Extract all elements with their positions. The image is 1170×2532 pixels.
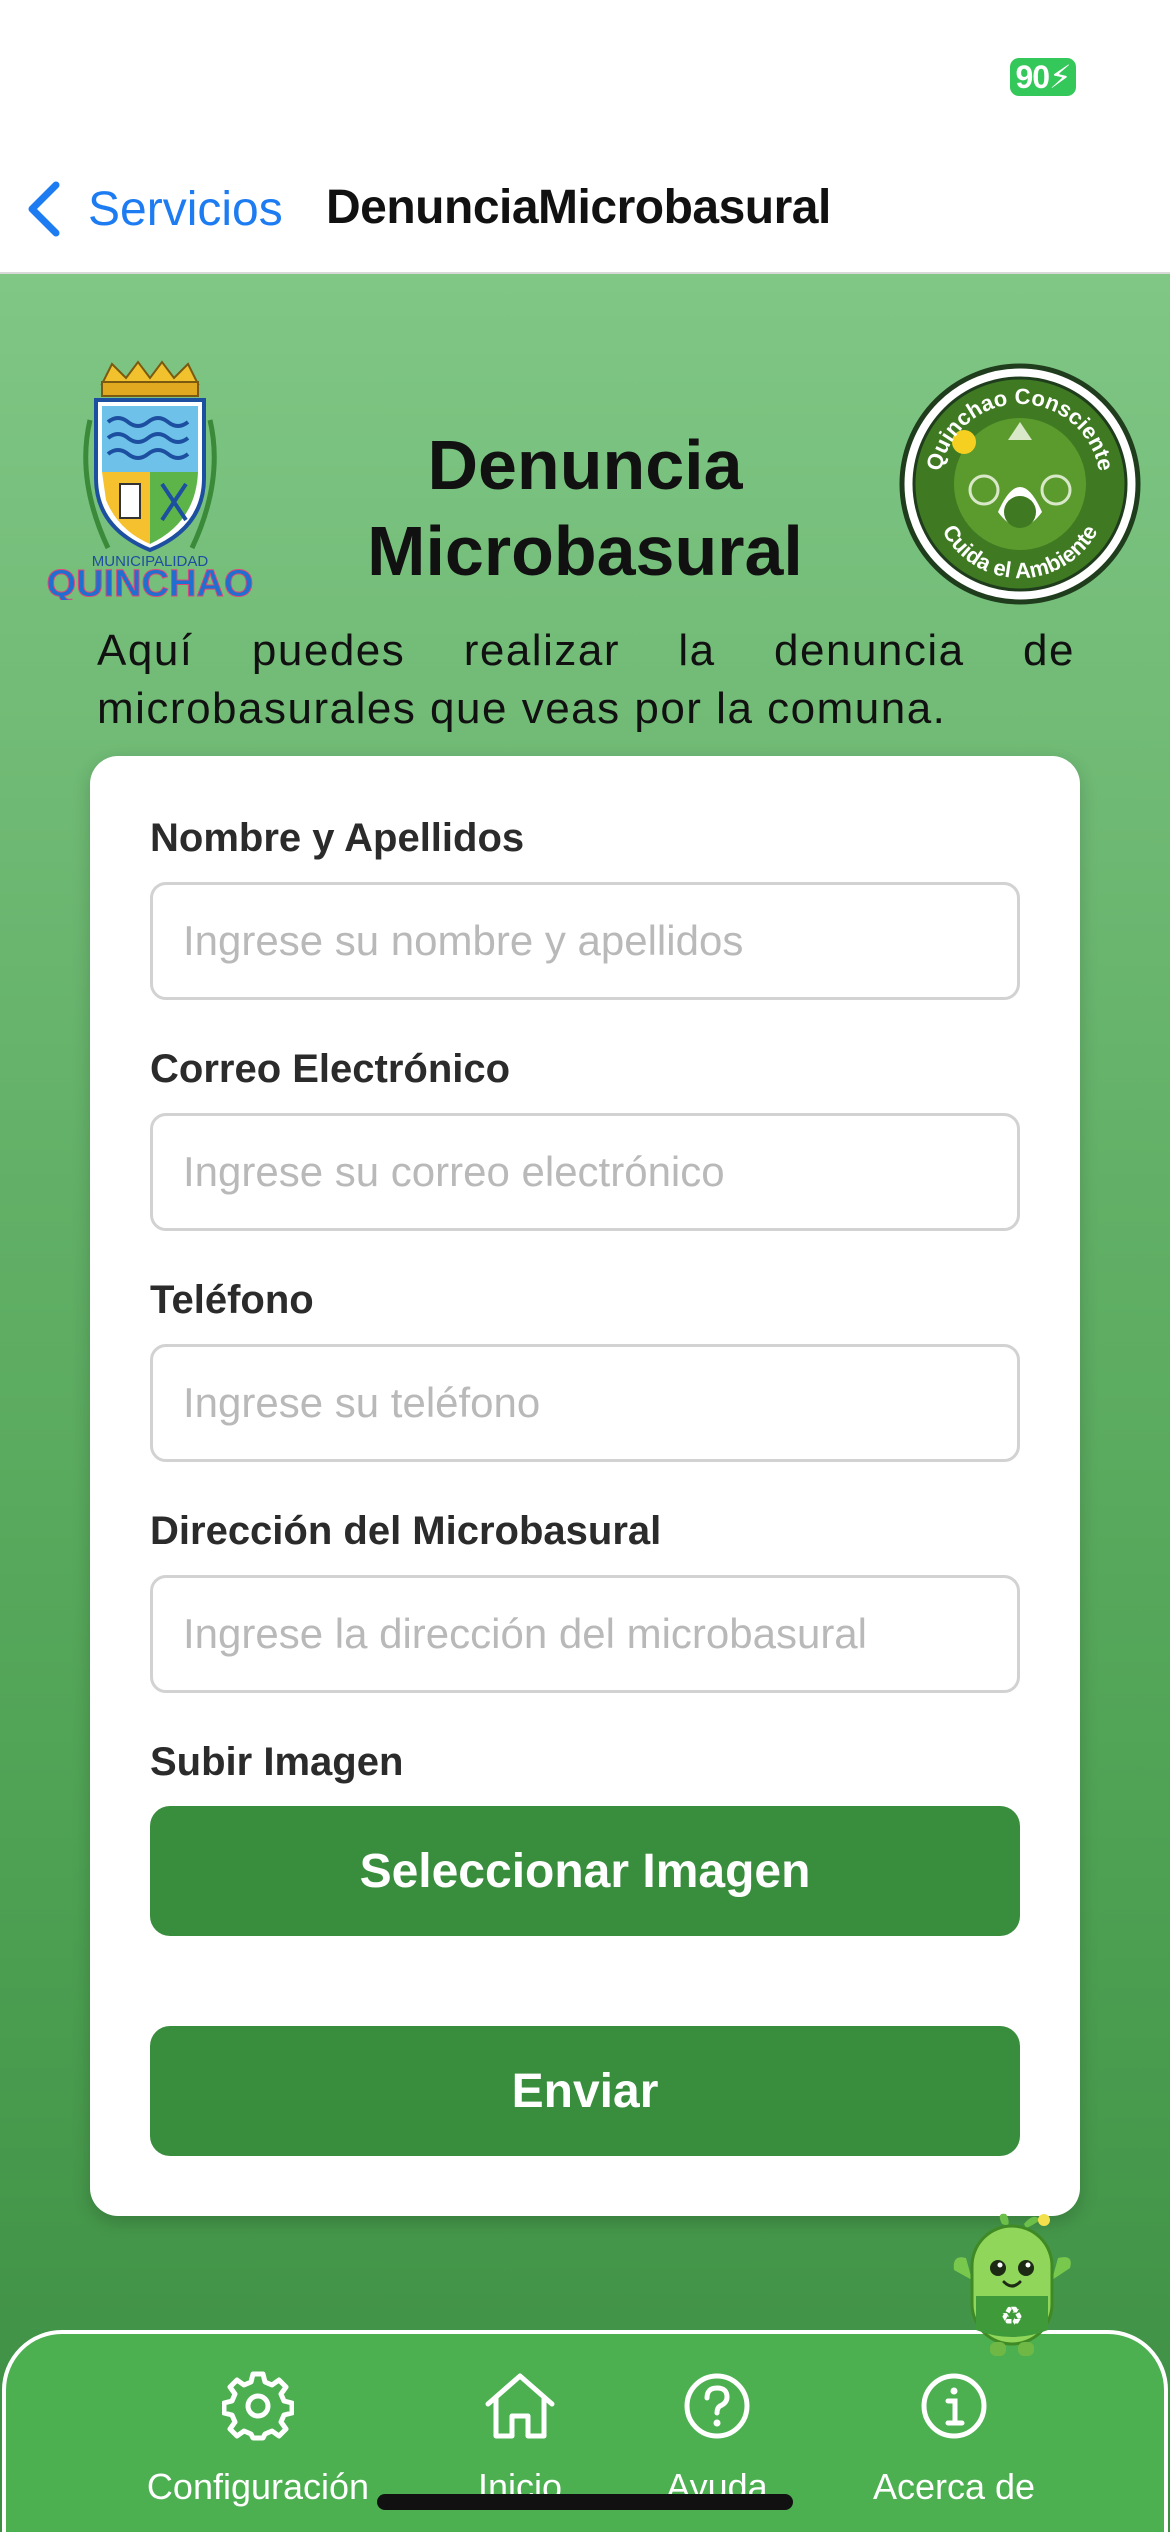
cactus-mascot-icon: ♻ (953, 2213, 1071, 2356)
info-icon (921, 2373, 987, 2439)
charging-bolt-icon: ⚡ (1049, 59, 1071, 95)
home-indicator (377, 2494, 793, 2510)
status-bar: 90⚡ (0, 0, 1170, 150)
tab-configuracion-label: Configuración (146, 2466, 370, 2507)
quinchao-consciente-logo: Quinchao Consciente Cuida el Ambiente (899, 363, 1141, 605)
nav-title: DenunciaMicrobasural (326, 181, 831, 234)
logo-left-caption-bottom: QUINCHAO (47, 563, 254, 600)
battery-level: 90 (1015, 59, 1050, 95)
tab-acerca-de-label: Acerca de (872, 2466, 1036, 2507)
tab-configuracion[interactable]: Configuración (128, 2370, 388, 2520)
intro-text: Aquí puedes realizar la denuncia de micr… (97, 626, 1075, 733)
back-button[interactable]: Servicios (22, 176, 283, 242)
report-form-card: Nombre y Apellidos Correo Electrónico Te… (90, 756, 1080, 2216)
address-input[interactable] (150, 1575, 1020, 1693)
page-title: Denuncia Microbasural (367, 426, 803, 590)
name-input[interactable] (150, 882, 1020, 1000)
svg-text:♻: ♻ (1000, 2302, 1023, 2332)
chevron-left-icon (28, 181, 60, 237)
home-icon (485, 2373, 555, 2439)
address-field-label: Dirección del Microbasural (150, 1509, 662, 1553)
submit-button[interactable]: Enviar (150, 2026, 1020, 2156)
municipalidad-quinchao-logo: MUNICIPALIDAD QUINCHAO (46, 360, 254, 600)
back-button-label: Servicios (88, 182, 283, 236)
help-icon (684, 2373, 750, 2439)
screen: 90⚡ Servicios DenunciaMicrobasural MUNIC… (0, 0, 1170, 2532)
navigation-bar: Servicios DenunciaMicrobasural (0, 150, 1170, 274)
phone-field-label: Teléfono (150, 1278, 314, 1322)
upload-image-label: Subir Imagen (150, 1740, 404, 1784)
name-field-label: Nombre y Apellidos (150, 816, 525, 860)
email-field-label: Correo Electrónico (150, 1047, 511, 1091)
select-image-button[interactable]: Seleccionar Imagen (150, 1806, 1020, 1936)
phone-input[interactable] (150, 1344, 1020, 1462)
tab-acerca-de[interactable]: Acerca de (824, 2370, 1084, 2520)
email-input[interactable] (150, 1113, 1020, 1231)
gear-icon (222, 2371, 294, 2441)
battery-indicator: 90⚡ (1010, 58, 1076, 96)
